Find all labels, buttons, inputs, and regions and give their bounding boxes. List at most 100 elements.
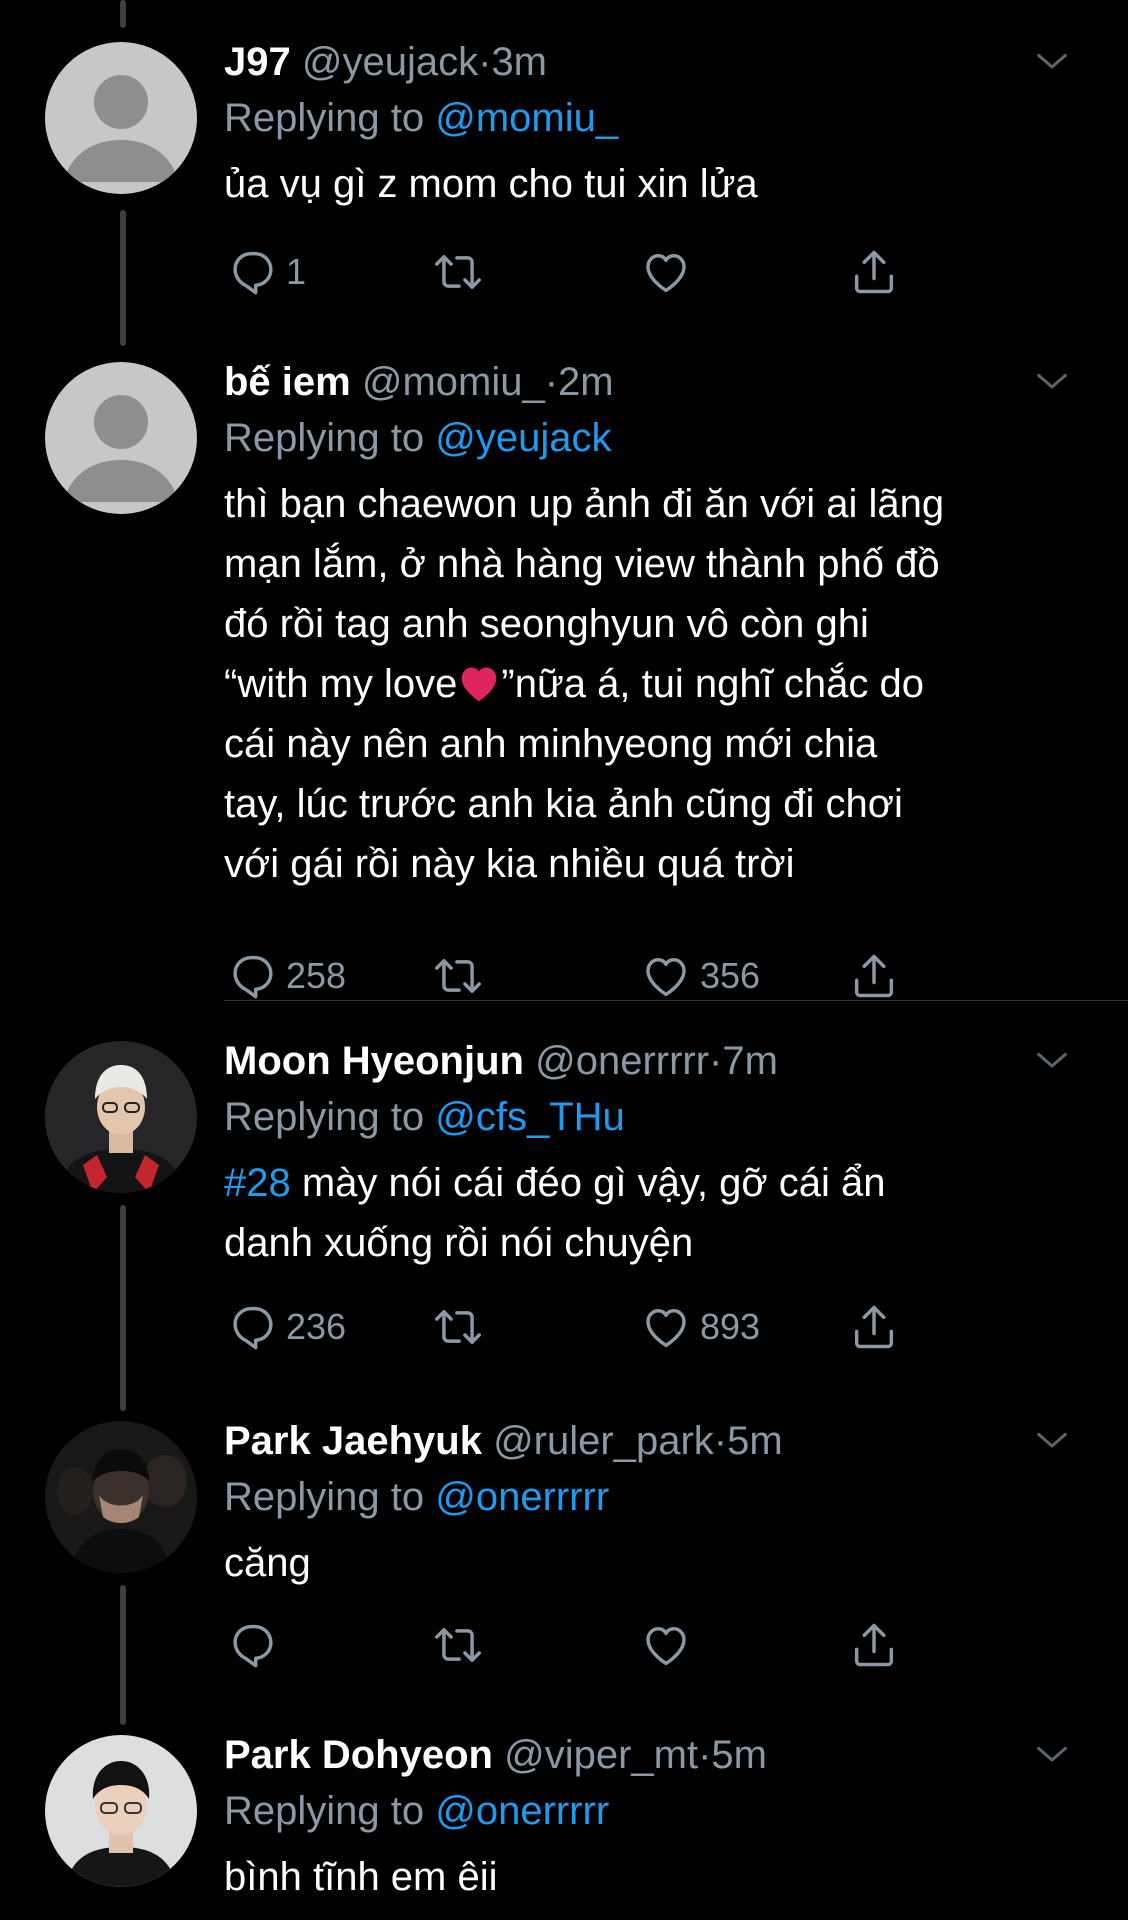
tweet-text: #28 mày nói cái đéo gì vậy, gỡ cái ẩn da… (224, 1153, 1094, 1273)
timestamp[interactable]: 3m (491, 40, 547, 84)
like-icon (640, 1301, 692, 1353)
reply-button[interactable]: 258 (226, 948, 346, 1004)
avatar[interactable] (45, 42, 197, 194)
mention-link[interactable]: @yeujack (435, 416, 611, 460)
text-segment: ”nữa á, tui nghĩ chắc do (501, 662, 924, 706)
mention-link[interactable]: @cfs_THu (435, 1095, 625, 1139)
reply-icon (226, 1619, 278, 1671)
tweet-header: Park Dohyeon @viper_mt·5m (224, 1729, 1094, 1781)
profile-photo-icon (45, 1421, 197, 1573)
avatar[interactable] (45, 362, 197, 514)
display-name[interactable]: Moon Hyeonjun (224, 1039, 524, 1083)
tweet-be-iem[interactable]: bế iem @momiu_·2m Replying to @yeujack t… (0, 340, 1128, 1000)
chevron-down-icon[interactable] (1032, 362, 1072, 402)
like-button[interactable] (640, 244, 692, 300)
retweet-button[interactable] (432, 1617, 484, 1673)
share-icon (848, 950, 900, 1002)
separator-dot: · (713, 1419, 728, 1463)
display-name[interactable]: bế iem (224, 360, 351, 404)
thread-line (120, 1585, 126, 1725)
display-name[interactable]: Park Dohyeon (224, 1733, 493, 1777)
tweet-header: J97 @yeujack·3m (224, 36, 1094, 88)
user-handle[interactable]: @ruler_park (493, 1419, 714, 1463)
user-handle[interactable]: @momiu_ (362, 360, 545, 404)
text-line: thì bạn chaewon up ảnh đi ăn với ai lãng (224, 482, 945, 526)
retweet-icon (432, 1619, 484, 1671)
reply-icon (226, 246, 278, 298)
retweet-icon (432, 1301, 484, 1353)
tweet-actions: 258 356 (226, 948, 906, 1004)
reply-button[interactable] (226, 1617, 278, 1673)
tweet-park-jaehyuk[interactable]: Park Jaehyuk @ruler_park·5m Replying to … (0, 1381, 1128, 1725)
tweet-j97[interactable]: J97 @yeujack·3m Replying to @momiu_ ủa v… (0, 0, 1128, 346)
tweet-park-dohyeon[interactable]: Park Dohyeon @viper_mt·5m Replying to @o… (0, 1711, 1128, 1920)
text-line: tay, lúc trước anh kia ảnh cũng đi chơi (224, 782, 903, 826)
user-handle[interactable]: @viper_mt (504, 1733, 698, 1777)
tweet-actions: 1 (226, 244, 906, 300)
reply-count: 236 (286, 1306, 347, 1347)
tweet-text: thì bạn chaewon up ảnh đi ăn với ai lãng… (224, 474, 1094, 894)
replying-to-label: Replying to (224, 1789, 436, 1833)
chevron-down-icon[interactable] (1032, 1421, 1072, 1461)
like-icon (640, 1619, 692, 1671)
retweet-button[interactable] (432, 1299, 484, 1355)
share-icon (848, 1301, 900, 1353)
timestamp[interactable]: 5m (711, 1733, 767, 1777)
display-name[interactable]: J97 (224, 40, 291, 84)
mention-link[interactable]: @momiu_ (435, 96, 618, 140)
text-line: với gái rồi này kia nhiều quá trời (224, 842, 795, 886)
reply-button[interactable]: 236 (226, 1299, 346, 1355)
chevron-down-icon[interactable] (1032, 1735, 1072, 1775)
avatar[interactable] (45, 1421, 197, 1573)
replying-to-label: Replying to (224, 1095, 436, 1139)
tweet-header: Park Jaehyuk @ruler_park·5m (224, 1415, 1094, 1467)
replying-to: Replying to @onerrrrr (224, 1785, 1094, 1837)
timestamp[interactable]: 5m (727, 1419, 783, 1463)
like-button[interactable] (640, 1617, 692, 1673)
tweet-text: ủa vụ gì z mom cho tui xin lửa (224, 162, 758, 206)
replying-to: Replying to @yeujack (224, 412, 1094, 464)
mention-link[interactable]: @onerrrrr (435, 1475, 609, 1519)
like-count: 356 (700, 955, 761, 996)
mention-link[interactable]: @onerrrrr (435, 1789, 609, 1833)
chevron-down-icon[interactable] (1032, 42, 1072, 82)
share-button[interactable] (848, 244, 900, 300)
like-button[interactable]: 893 (640, 1299, 760, 1355)
reply-button[interactable]: 1 (226, 244, 306, 300)
avatar[interactable] (45, 1041, 197, 1193)
text-line: đó rồi tag anh seonghyun vô còn ghi (224, 602, 869, 646)
share-button[interactable] (848, 1299, 900, 1355)
timestamp[interactable]: 2m (558, 360, 614, 404)
tweet-actions: 236 893 (226, 1299, 906, 1355)
avatar[interactable] (45, 1735, 197, 1887)
replying-to: Replying to @momiu_ (224, 92, 1094, 144)
retweet-button[interactable] (432, 244, 484, 300)
text-segment: “with my love (224, 662, 458, 706)
profile-photo-icon (45, 1735, 197, 1887)
timestamp[interactable]: 7m (722, 1039, 778, 1083)
replying-to: Replying to @cfs_THu (224, 1091, 1094, 1143)
user-handle[interactable]: @yeujack (302, 40, 478, 84)
retweet-button[interactable] (432, 948, 484, 1004)
tweet-moon-hyeonjun[interactable]: Moon Hyeonjun @onerrrrr·7m Replying to @… (0, 1001, 1128, 1411)
text-segment: mày nói cái đéo gì vậy, gỡ cái ẩn (290, 1161, 886, 1205)
share-icon (848, 246, 900, 298)
separator-dot: · (709, 1039, 723, 1083)
tweet-text: căng (224, 1541, 311, 1585)
red-heart-emoji-icon (462, 667, 497, 702)
text-line: mạn lắm, ở nhà hàng view thành phố đồ (224, 542, 940, 586)
thread-line (120, 0, 126, 28)
separator-dot: · (478, 40, 492, 84)
hashtag-link[interactable]: #28 (224, 1161, 291, 1205)
chevron-down-icon[interactable] (1032, 1041, 1072, 1081)
display-name[interactable]: Park Jaehyuk (224, 1419, 482, 1463)
reply-icon (226, 1301, 278, 1353)
user-handle[interactable]: @onerrrrr (535, 1039, 709, 1083)
replying-to-label: Replying to (224, 416, 436, 460)
like-icon (640, 950, 692, 1002)
tweet-text: bình tĩnh em êii (224, 1855, 498, 1899)
replying-to: Replying to @onerrrrr (224, 1471, 1094, 1523)
share-button[interactable] (848, 948, 900, 1004)
share-button[interactable] (848, 1617, 900, 1673)
like-button[interactable]: 356 (640, 948, 760, 1004)
